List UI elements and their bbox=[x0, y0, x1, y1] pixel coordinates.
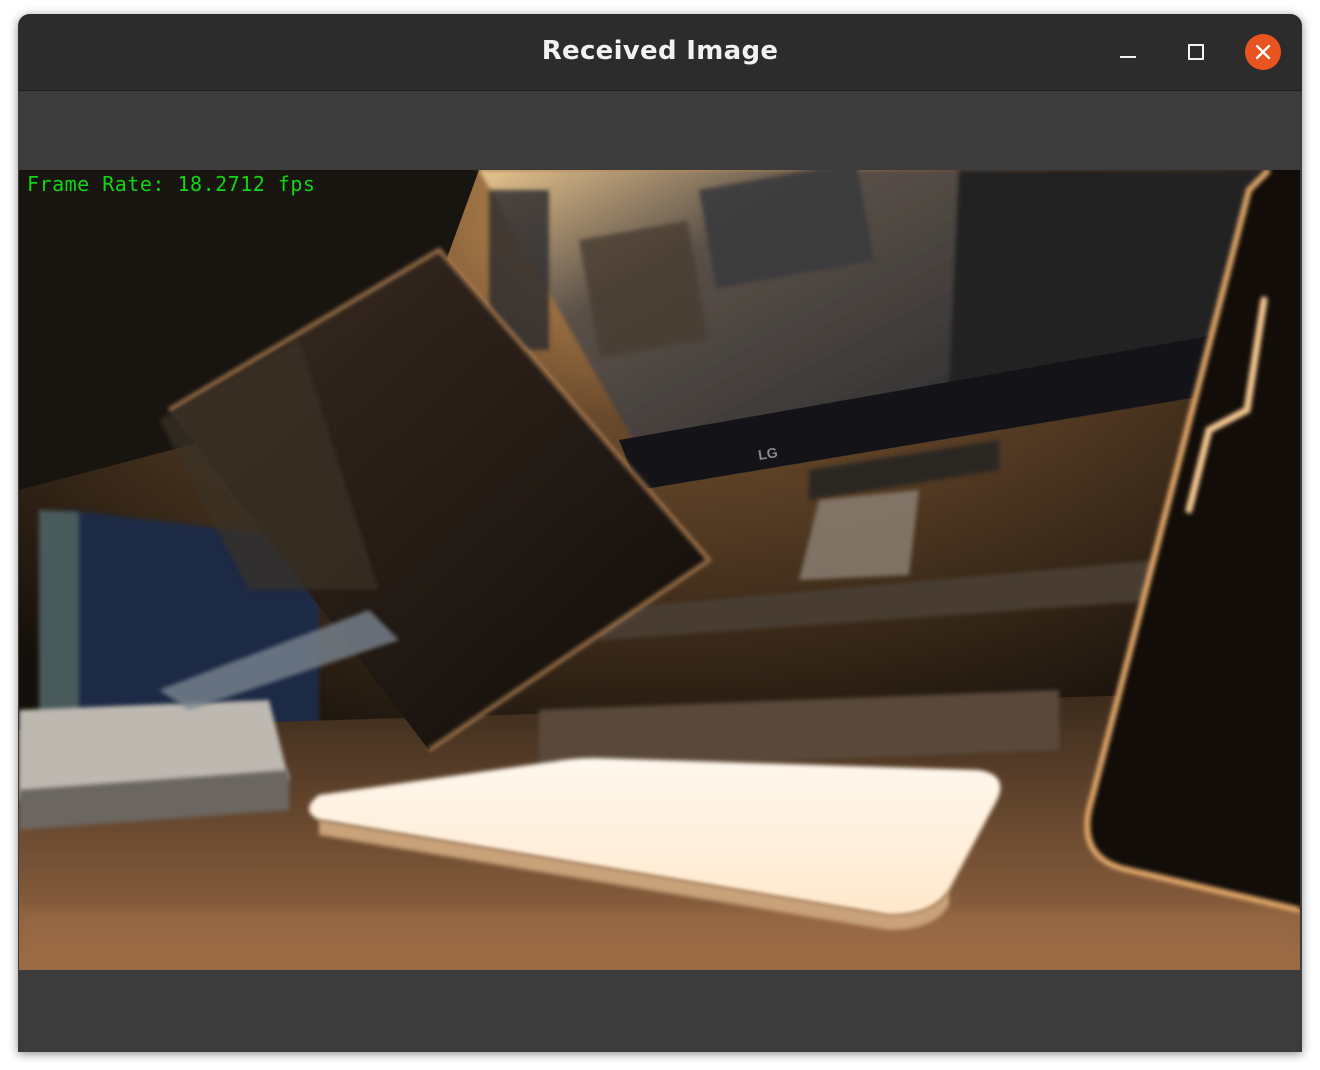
close-icon bbox=[1255, 44, 1271, 60]
monitor-brand-label: LG bbox=[757, 444, 779, 463]
maximize-button[interactable] bbox=[1178, 34, 1214, 70]
app-window: Received Image LG Frame Rate: 18.2712 fp… bbox=[18, 14, 1302, 1052]
title-bar[interactable]: Received Image bbox=[18, 14, 1302, 91]
bottom-area bbox=[18, 970, 1302, 1052]
toolbar-area bbox=[18, 91, 1302, 170]
camera-frame: LG bbox=[19, 170, 1300, 970]
minimize-icon bbox=[1120, 56, 1136, 58]
received-image[interactable]: LG Frame Rate: 18.2712 fps bbox=[19, 170, 1300, 970]
close-button[interactable] bbox=[1245, 34, 1281, 70]
minimize-button[interactable] bbox=[1110, 34, 1146, 70]
maximize-icon bbox=[1188, 44, 1204, 60]
frame-rate-overlay: Frame Rate: 18.2712 fps bbox=[27, 172, 316, 196]
